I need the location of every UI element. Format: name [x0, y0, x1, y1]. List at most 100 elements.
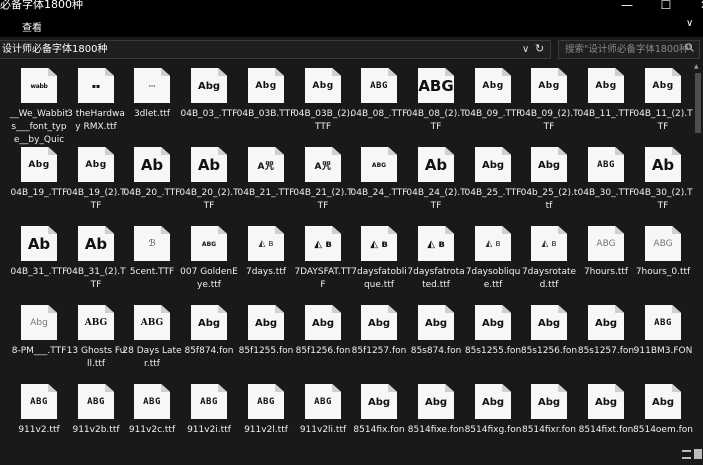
file-item[interactable]: A咒 04B_21_(2).TTF: [293, 142, 353, 228]
file-name: 911v2b.ttf: [72, 425, 120, 435]
file-item[interactable]: ABG 04B_08_.TTF: [351, 63, 407, 149]
file-name: 3dlet.ttf: [133, 109, 171, 119]
file-item[interactable]: ◭ ʙ 7daysfatrotated.ttf: [407, 221, 465, 307]
file-name: 85s1257.fon: [577, 346, 635, 356]
file-item[interactable]: ABG 13 Ghosts Full.ttf: [66, 300, 126, 386]
file-name: 85f1257.fon: [351, 346, 407, 356]
file-name: 04B_19_(2).TTF: [66, 188, 126, 211]
search-icon: [685, 42, 694, 58]
file-item[interactable]: Abg 04B_09_(2).TTF: [519, 63, 579, 149]
file-item[interactable]: ABG 007 GoldenEye.ttf: [180, 221, 238, 307]
file-name: 04B_25_.TTF: [464, 188, 522, 198]
font-preview: ◭ ʙ: [370, 238, 388, 250]
file-item[interactable]: Abg 8-PM___.TTF: [12, 300, 66, 386]
file-item[interactable]: Abg 85s1257.fon: [577, 300, 635, 386]
file-item[interactable]: wabb__We_Wabbits___font_type__by_Quicc..…: [10, 63, 68, 158]
file-item[interactable]: Ab 04B_31_.TTF: [11, 221, 67, 307]
file-item[interactable]: Abg 04B_03B_(2).TTF: [293, 63, 353, 149]
file-name: 04B_03_.TTF: [180, 109, 238, 119]
font-preview: ABG: [87, 397, 105, 407]
file-item[interactable]: Abg 04B_03_.TTF: [180, 63, 238, 149]
font-preview: ABG: [143, 397, 161, 407]
font-preview: Ab: [197, 156, 221, 174]
navigation-row: 设计师必备字体1800种 ∨ ↻ 搜索"设计师必备字体1800种": [0, 37, 703, 63]
file-item[interactable]: ABG 7hours_0.ttf: [636, 221, 690, 307]
font-preview: Abg: [481, 317, 505, 329]
file-item[interactable]: ◭ ʙ 7daysfatoblique.ttf: [351, 221, 407, 307]
font-preview: Abg: [311, 317, 335, 329]
file-item[interactable]: ABG 911BM3.FON: [634, 300, 692, 386]
file-item[interactable]: Abg 85s874.fon: [409, 300, 463, 386]
file-item[interactable]: ℬ 5cent.TTF: [125, 221, 179, 307]
file-item[interactable]: Abg 04B_03B.TTF: [237, 63, 295, 149]
font-preview: Abg: [367, 396, 391, 408]
file-item[interactable]: ◭ ʙ 7daysrotated.ttf: [522, 221, 576, 307]
file-item[interactable]: ABG 28 Days Later.ttf: [122, 300, 182, 386]
search-box[interactable]: 搜索"设计师必备字体1800种": [558, 40, 700, 59]
font-preview: Abg: [537, 317, 561, 329]
file-item[interactable]: Abg 85s1256.fon: [520, 300, 578, 386]
file-item[interactable]: Ab 04B_30_(2).TTF: [633, 142, 693, 228]
scroll-up-icon[interactable]: ▲: [694, 63, 699, 70]
file-name: 04B_20_(2).TTF: [179, 188, 239, 211]
font-preview: ABG: [371, 161, 387, 169]
file-name: 8514fixg.fon: [464, 425, 522, 435]
file-item[interactable]: Abg 85f1257.fon: [352, 300, 406, 386]
file-item[interactable]: Abg 04B_19_(2).TTF: [66, 142, 126, 228]
minimize-button[interactable]: —: [607, 0, 647, 13]
file-item[interactable]: Abg 04B_09_.TTF: [464, 63, 522, 149]
file-item[interactable]: Ab 04B_20_.TTF: [124, 142, 180, 228]
file-item[interactable]: Abg 85s1255.fon: [465, 300, 521, 386]
font-preview: ABG: [314, 397, 332, 407]
file-item[interactable]: Ab 04B_31_(2).TTF: [66, 221, 126, 307]
large-icons-view-icon[interactable]: [694, 449, 702, 459]
font-preview: A咒: [314, 161, 332, 172]
font-preview: ABG: [257, 397, 275, 407]
file-item[interactable]: Abg 85f1256.fon: [296, 300, 350, 386]
file-name: 13 Ghosts Full.ttf: [66, 346, 126, 369]
file-item[interactable]: Abg 04b_25_(2).ttf: [521, 142, 577, 228]
address-bar[interactable]: 设计师必备字体1800种 ∨ ↻: [0, 40, 551, 59]
file-name: 5cent.TTF: [129, 267, 175, 277]
address-history-dropdown-icon[interactable]: ∨: [522, 42, 529, 58]
file-item[interactable]: Abg 04B_11_(2).TTF: [633, 63, 693, 149]
file-name: 04B_30_(2).TTF: [633, 188, 693, 211]
file-item[interactable]: Ab 04B_20_(2).TTF: [179, 142, 239, 228]
file-item[interactable]: ◭ ʙ 7days.ttf: [239, 221, 293, 307]
file-item[interactable]: ▪▪ 3 theHardway RMX.ttf: [67, 63, 125, 149]
file-item[interactable]: ◭ ʙ 7DAYSFAT.TTF: [294, 221, 352, 307]
font-preview: Abg: [30, 318, 48, 328]
file-item[interactable]: Abg 04B_11_.TTF: [577, 63, 635, 149]
file-name: 04B_09_.TTF: [464, 109, 522, 119]
view-menu-tab[interactable]: 查看: [22, 19, 42, 34]
status-bar: [0, 446, 703, 465]
maximize-button[interactable]: ☐: [646, 0, 686, 13]
file-item[interactable]: Abg 04B_25_.TTF: [464, 142, 522, 228]
file-item[interactable]: A咒 04B_21_.TTF: [238, 142, 294, 228]
file-item[interactable]: ABG 7hours.ttf: [579, 221, 633, 307]
address-path[interactable]: 设计师必备字体1800种: [2, 42, 107, 58]
refresh-icon[interactable]: ↻: [535, 41, 544, 57]
file-item[interactable]: Ab 04B_24_(2).TTF: [406, 142, 466, 228]
file-item[interactable]: ◭ ʙ 7daysoblique.ttf: [466, 221, 520, 307]
font-preview: ABG: [84, 318, 108, 328]
file-name: 28 Days Later.ttf: [122, 346, 182, 369]
font-preview: Ab: [84, 235, 108, 253]
file-item[interactable]: ABG 04B_30_.TTF: [578, 142, 634, 228]
close-button[interactable]: ✕: [685, 0, 703, 13]
file-item[interactable]: ABG 04B_08_(2).TTF: [406, 63, 466, 149]
file-item[interactable]: ABG 04B_24_.TTF: [351, 142, 407, 228]
scroll-thumb[interactable]: [695, 73, 701, 133]
details-view-icon[interactable]: [682, 450, 691, 459]
ribbon-expand-icon[interactable]: ∨: [686, 18, 693, 29]
file-item[interactable]: Abg 85f1255.fon: [239, 300, 293, 386]
file-item[interactable]: Abg 04B_19_.TTF: [11, 142, 67, 228]
file-item[interactable]: Abg 85f874.fon: [182, 300, 236, 386]
file-name: 8-PM___.TTF: [11, 346, 67, 356]
search-input[interactable]: 搜索"设计师必备字体1800种": [565, 42, 693, 58]
file-item[interactable]: ··· 3dlet.ttf: [125, 63, 179, 149]
file-name: 04B_11_.TTF: [577, 109, 635, 119]
file-name: 85s1256.fon: [520, 346, 578, 356]
vertical-scrollbar[interactable]: ▲ ▼: [693, 63, 703, 455]
font-preview: ℬ: [148, 239, 156, 249]
